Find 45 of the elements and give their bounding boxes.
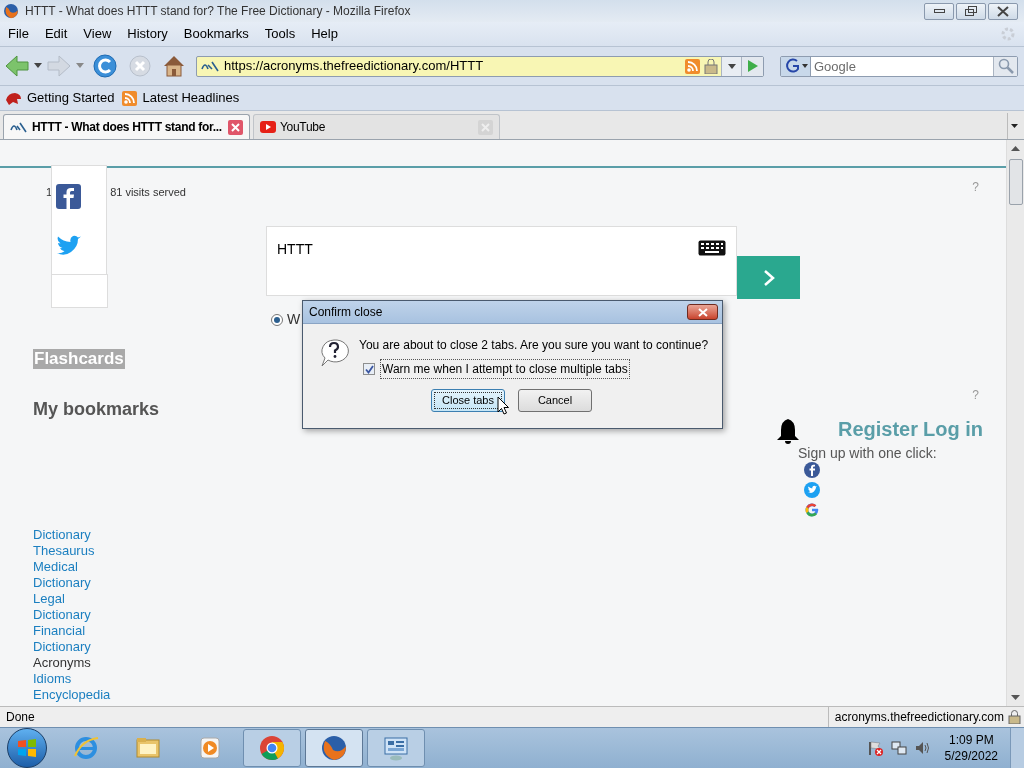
address-bar[interactable]: https://acronyms.thefreedictionary.com/HTTT [196, 55, 764, 77]
search-box[interactable]: HTTT [266, 226, 737, 296]
sidebar-link[interactable]: Dictionary [33, 638, 111, 655]
sidebar-link[interactable]: Legal [33, 590, 111, 607]
clock[interactable]: 1:09 PM 5/29/2022 [944, 732, 998, 764]
status-text: Done [6, 709, 36, 726]
sidebar-link[interactable]: Financial [33, 622, 111, 639]
dialog-title: Confirm close [309, 304, 384, 321]
browser-tab[interactable]: YouTube [253, 114, 500, 139]
clock-date: 5/29/2022 [944, 748, 998, 764]
bookmarks-heading: My bookmarks [33, 397, 160, 421]
bookmark-link[interactable]: Latest Headlines [142, 88, 240, 108]
status-host: acronyms.thefreedictionary.com [834, 709, 1004, 726]
menu-item[interactable]: Tools [259, 24, 301, 44]
window-title: HTTT - What does HTTT stand for? The Free Dictionary - Mozilla Firefox [25, 3, 411, 20]
signup-text: Sign up with one click: [798, 445, 938, 461]
sidebar-link[interactable]: Medical [33, 558, 111, 575]
sidebar-link[interactable]: Encyclopedia [33, 686, 111, 703]
search-text: HTTT [277, 240, 313, 259]
menu-item[interactable]: View [78, 24, 117, 44]
menu-item[interactable]: File [3, 24, 34, 44]
visits-text: 81 visits served [110, 185, 186, 200]
bookmark-link[interactable]: Getting Started [27, 88, 115, 108]
menu-item[interactable]: Edit [39, 24, 73, 44]
dialog-message: You are about to close 2 tabs. Are you sure you want to continue? [359, 337, 709, 354]
dialog-button[interactable]: Cancel [518, 389, 592, 412]
url-text: https://acronyms.thefreedictionary.com/HTTT [224, 57, 484, 76]
tab-label: HTTT - What does HTTT stand for... [32, 119, 223, 136]
sidebar-link[interactable]: Dictionary [33, 606, 111, 623]
tab-label: YouTube [280, 119, 327, 136]
sidebar-link[interactable]: Acronyms [33, 654, 111, 671]
clock-time: 1:09 PM [948, 732, 994, 748]
sidebar-link[interactable]: Thesaurus [33, 542, 111, 559]
sidebar-link[interactable]: Dictionary [33, 526, 111, 543]
visits-text: 1 [46, 185, 53, 200]
search-bar[interactable]: Google [780, 55, 1018, 77]
checkbox-label: Warn me when I attempt to close multiple tabs [380, 359, 630, 379]
sidebar-link[interactable]: Dictionary [33, 574, 111, 591]
browser-tab[interactable]: HTTT - What does HTTT stand for... [3, 114, 250, 139]
sidebar-link[interactable]: Idioms [33, 670, 111, 687]
menu-item[interactable]: History [122, 24, 173, 44]
menu-item[interactable]: Help [306, 24, 343, 44]
dialog-button[interactable]: Close tabs [431, 389, 505, 412]
menu-item[interactable]: Bookmarks [178, 24, 254, 44]
radio-label: W [287, 310, 301, 329]
